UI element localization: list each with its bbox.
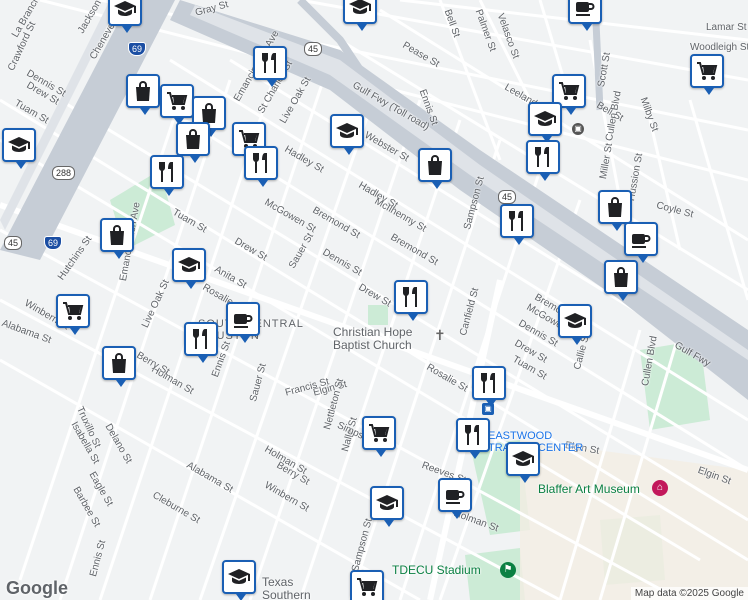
street-label: Lamar St [706, 22, 747, 33]
education-pin[interactable] [172, 248, 206, 289]
shopping-bag-pin[interactable] [126, 74, 160, 115]
highway-shield: 45 [498, 190, 517, 204]
education-pin[interactable] [2, 128, 36, 169]
education-pin[interactable] [222, 560, 256, 600]
education-icon [563, 309, 587, 333]
education-icon [177, 253, 201, 277]
grocery-icon [695, 59, 719, 83]
grocery-icon [557, 79, 581, 103]
shopping-bag-icon [105, 223, 129, 247]
map-attribution[interactable]: Map data ©2025 Google [630, 587, 748, 600]
highway-shield: 69 [44, 236, 63, 250]
shopping-bag-icon [181, 127, 205, 151]
restaurant-icon [461, 423, 485, 447]
restaurant-icon [505, 209, 529, 233]
education-pin[interactable] [108, 0, 142, 33]
coffee-pin[interactable] [438, 478, 472, 519]
shopping-bag-icon [131, 79, 155, 103]
shopping-bag-icon [609, 265, 633, 289]
coffee-pin[interactable] [568, 0, 602, 31]
education-icon [113, 0, 137, 21]
shopping-bag-pin[interactable] [102, 346, 136, 387]
education-pin[interactable] [330, 114, 364, 155]
street-label: Woodleigh St [690, 42, 748, 53]
shopping-bag-pin[interactable] [604, 260, 638, 301]
restaurant-icon [155, 160, 179, 184]
shopping-bag-icon [423, 153, 447, 177]
grocery-pin[interactable] [362, 416, 396, 457]
grocery-icon [355, 575, 379, 599]
coffee-icon [231, 307, 255, 331]
coffee-icon [443, 483, 467, 507]
grocery-pin[interactable] [160, 84, 194, 125]
restaurant-icon [477, 371, 501, 395]
shopping-bag-pin[interactable] [176, 122, 210, 163]
grocery-pin[interactable] [350, 570, 384, 600]
restaurant-pin[interactable] [500, 204, 534, 245]
shopping-bag-pin[interactable] [418, 148, 452, 189]
restaurant-icon [258, 51, 282, 75]
restaurant-pin[interactable] [150, 155, 184, 196]
highway-shield: 45 [4, 236, 23, 250]
restaurant-pin[interactable] [253, 46, 287, 87]
education-icon [335, 119, 359, 143]
church-cross-icon: ✝ [434, 327, 446, 343]
restaurant-icon [249, 151, 273, 175]
shopping-bag-icon [603, 195, 627, 219]
restaurant-icon [189, 327, 213, 351]
shopping-bag-pin[interactable] [598, 190, 632, 231]
restaurant-icon [399, 285, 423, 309]
google-logo[interactable]: Google [6, 578, 68, 599]
map-canvas[interactable]: Gray St Bell St Palmer St Velasco St Lamar S… [0, 0, 748, 600]
education-pin[interactable] [370, 486, 404, 527]
transit-station-icon[interactable]: ▣ [572, 123, 584, 135]
museum-icon[interactable]: ⌂ [652, 480, 668, 496]
grocery-icon [61, 299, 85, 323]
education-pin[interactable] [558, 304, 592, 345]
restaurant-pin[interactable] [456, 418, 490, 459]
education-icon [348, 0, 372, 19]
church-label[interactable]: Christian Hope Baptist Church [333, 326, 412, 352]
education-icon [227, 565, 251, 589]
coffee-icon [573, 0, 597, 19]
highway-shield: 288 [52, 166, 76, 180]
education-pin[interactable] [506, 442, 540, 483]
restaurant-pin[interactable] [244, 146, 278, 187]
education-icon [375, 491, 399, 515]
shopping-bag-icon [107, 351, 131, 375]
highway-shield: 69 [128, 42, 147, 56]
coffee-pin[interactable] [226, 302, 260, 343]
education-icon [533, 107, 557, 131]
restaurant-pin[interactable] [184, 322, 218, 363]
highway-shield: 45 [304, 42, 323, 56]
museum-label[interactable]: Blaffer Art Museum [538, 482, 640, 496]
coffee-icon [629, 227, 653, 251]
education-pin[interactable] [528, 102, 562, 143]
university-label[interactable]: Texas Southern [262, 576, 311, 600]
grocery-icon [367, 421, 391, 445]
grocery-pin[interactable] [690, 54, 724, 95]
restaurant-icon [531, 145, 555, 169]
restaurant-pin[interactable] [526, 140, 560, 181]
restaurant-pin[interactable] [472, 366, 506, 407]
education-icon [511, 447, 535, 471]
education-pin[interactable] [343, 0, 377, 31]
coffee-pin[interactable] [624, 222, 658, 263]
restaurant-pin[interactable] [394, 280, 428, 321]
shopping-bag-pin[interactable] [100, 218, 134, 259]
education-icon [7, 133, 31, 157]
stadium-label[interactable]: TDECU Stadium [392, 563, 481, 577]
grocery-pin[interactable] [56, 294, 90, 335]
grocery-icon [165, 89, 189, 113]
stadium-icon[interactable]: ⚑ [500, 562, 516, 578]
